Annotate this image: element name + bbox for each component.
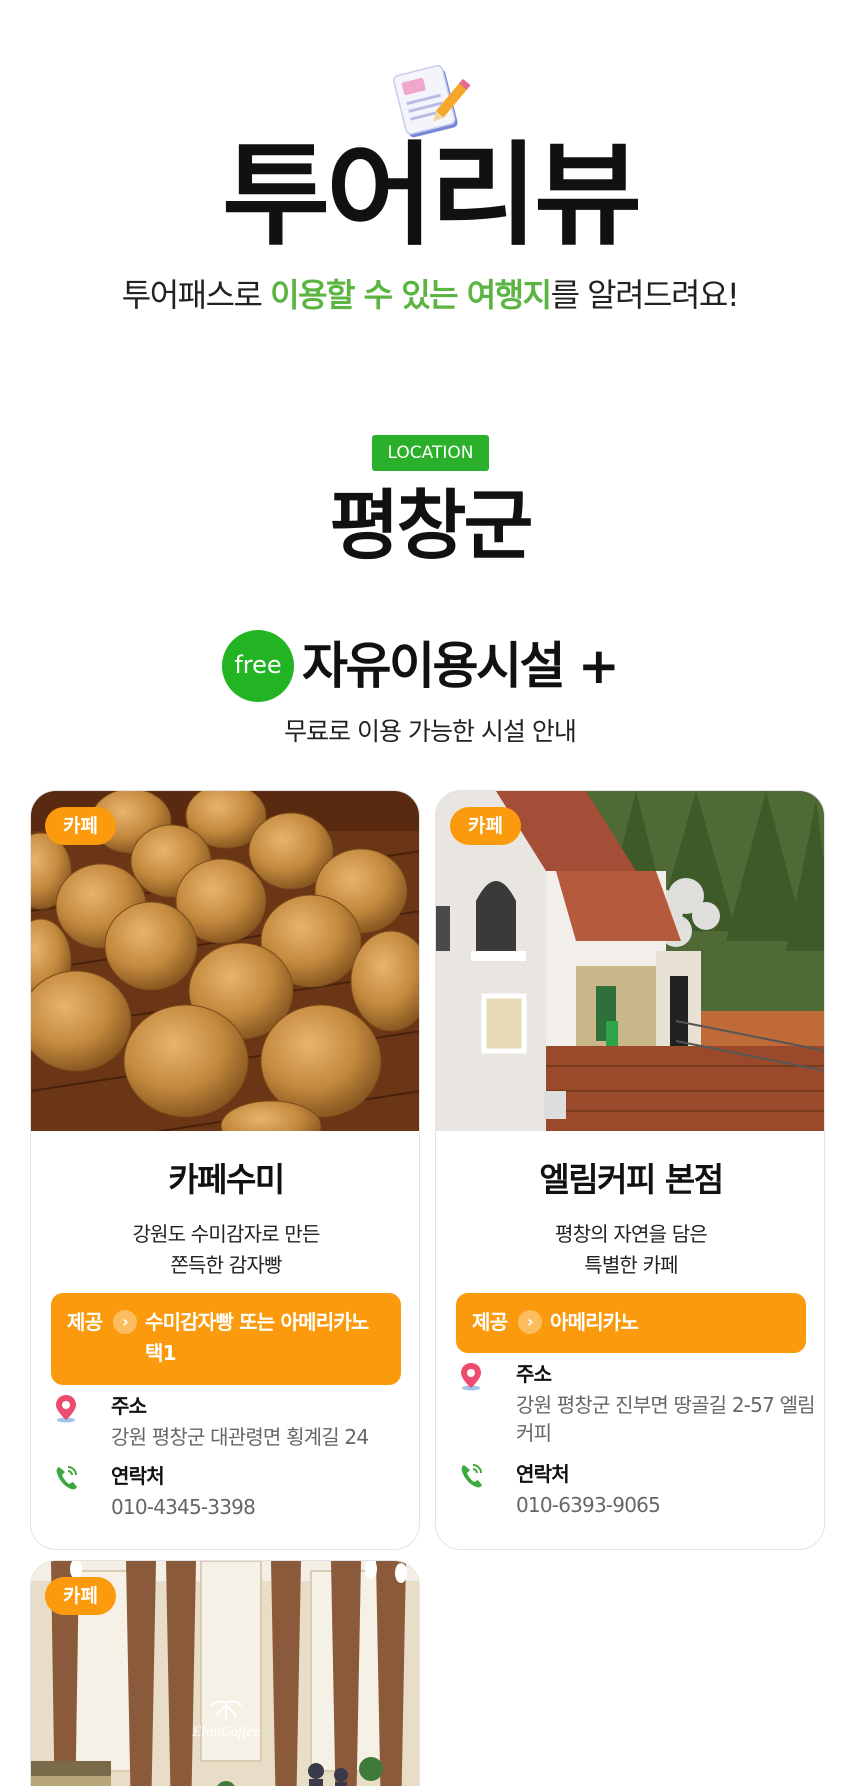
place-card-elim-coffee-interior[interactable]: ElimCoffee 카페 [30, 1560, 420, 1786]
subtitle-text-end: 를 알려드려요! [550, 276, 740, 314]
facility-title: 자유이용시설 + [302, 637, 620, 695]
hero-section: 투어리뷰 투어패스로 이용할 수 있는 여행지를 알려드려요! [0, 0, 860, 330]
hero-title: 투어리뷰 [222, 131, 642, 261]
location-pin-icon [461, 1363, 481, 1391]
place-card-elim-coffee[interactable]: 카페 엘림커피 본점 평창의 자연을 담은 특별한 카페 제공 › 아메리카노 … [435, 790, 825, 1550]
place-card-cafe-sumi[interactable]: 카페 카페수미 강원도 수미감자로 만든 쫀득한 감자빵 제공 › 수미감자빵 … [30, 790, 420, 1550]
location-name: 평창군 [329, 481, 534, 570]
facility-header: free 자유이용시설 + [0, 630, 860, 702]
address-value: 강원 평창군 대관령면 횡계길 24 [111, 1425, 369, 1449]
desc-line: 강원도 수미감자로 만든 [132, 1222, 320, 1246]
location-pin-icon [56, 1395, 76, 1423]
offer-text: 수미감자빵 또는 아메리카노 택1 [145, 1310, 369, 1365]
card-description: 강원도 수미감자로 만든 쫀득한 감자빵 [31, 1219, 419, 1281]
contact-value[interactable]: 010-4345-3398 [111, 1493, 411, 1521]
address-label: 주소 [111, 1394, 147, 1418]
location-badge: LOCATION [372, 435, 489, 471]
hero-subtitle: 투어패스로 이용할 수 있는 여행지를 알려드려요! [0, 270, 860, 316]
address-label: 주소 [516, 1362, 552, 1386]
category-badge: 카페 [450, 807, 521, 845]
card-title: 엘림커피 본점 [539, 1160, 724, 1199]
contact-label: 연락처 [516, 1462, 570, 1486]
card-description: 평창의 자연을 담은 특별한 카페 [436, 1219, 824, 1281]
offer-text: 아메리카노 [550, 1310, 639, 1334]
offer-box: 제공 › 아메리카노 [456, 1293, 806, 1353]
card-title: 카페수미 [168, 1160, 285, 1199]
category-badge: 카페 [45, 1577, 116, 1615]
desc-line: 쫀득한 감자빵 [170, 1253, 282, 1277]
offer-label: 제공 [472, 1310, 508, 1334]
facility-description: 무료로 이용 가능한 시설 안내 [284, 717, 577, 746]
category-badge: 카페 [45, 807, 116, 845]
contact-row: 연락처 010-6393-9065 [458, 1459, 808, 1523]
contact-label: 연락처 [111, 1464, 165, 1488]
subtitle-highlight: 이용할 수 있는 여행지 [270, 276, 552, 314]
document-pencil-icon [393, 64, 471, 138]
phone-icon [461, 1464, 482, 1488]
chevron-right-icon: › [518, 1310, 542, 1334]
cafe-logo-text: ElimCoffee [191, 1724, 260, 1740]
address-row: 주소 강원 평창군 진부면 땅골길 2-57 엘림커피 [458, 1359, 816, 1451]
contact-value[interactable]: 010-6393-9065 [516, 1491, 816, 1519]
desc-line: 특별한 카페 [584, 1253, 678, 1277]
contact-row: 연락처 010-4345-3398 [53, 1461, 403, 1525]
address-value: 강원 평창군 진부면 땅골길 2-57 엘림커피 [516, 1393, 816, 1445]
offer-label: 제공 [67, 1310, 103, 1334]
free-badge: free [222, 630, 294, 702]
phone-icon [56, 1466, 77, 1490]
subtitle-text: 투어패스로 [121, 276, 271, 314]
chevron-right-icon: › [113, 1310, 137, 1334]
address-row: 주소 강원 평창군 대관령면 횡계길 24 [53, 1391, 403, 1455]
offer-box: 제공 › 수미감자빵 또는 아메리카노 택1 [51, 1293, 401, 1385]
desc-line: 평창의 자연을 담은 [555, 1222, 708, 1246]
